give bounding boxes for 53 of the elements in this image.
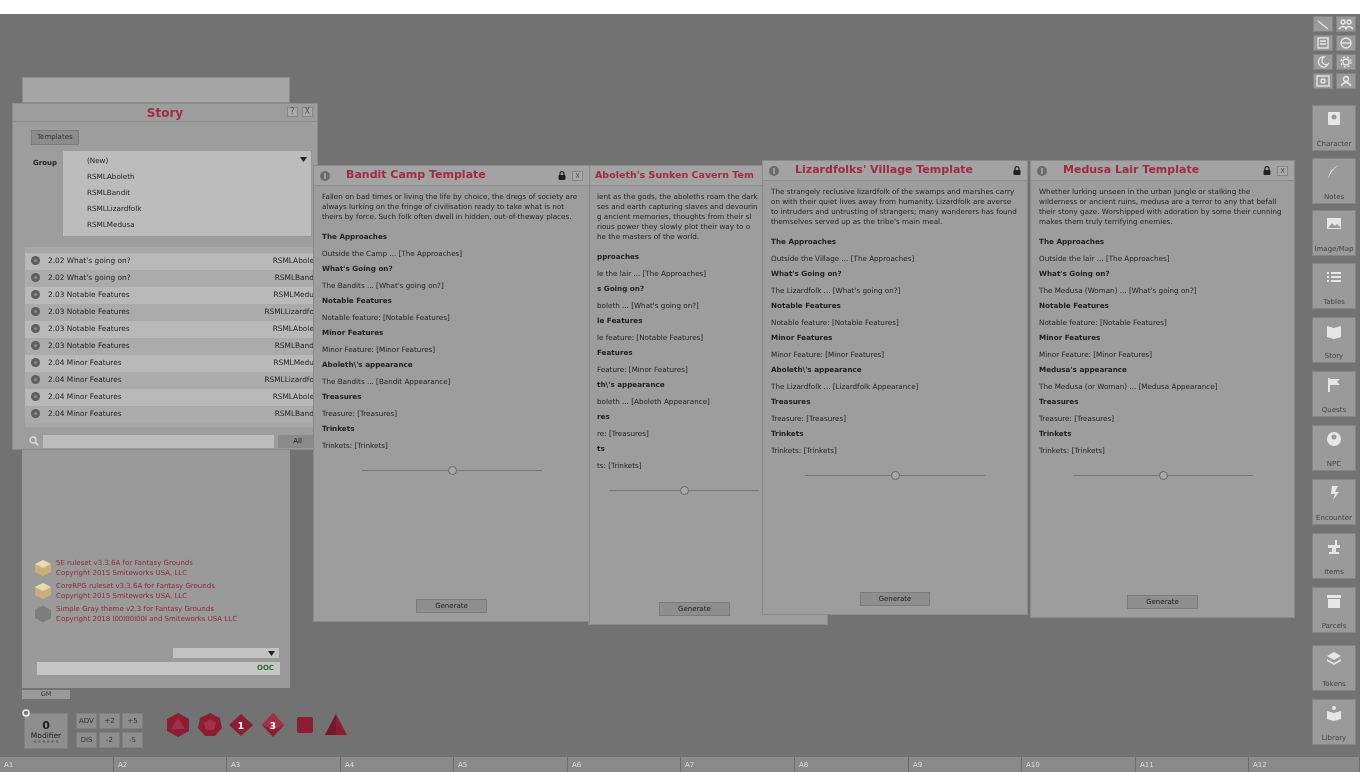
search-icon bbox=[29, 436, 39, 446]
pencil-button[interactable] bbox=[1313, 16, 1333, 32]
dropdown-caret-icon[interactable] bbox=[268, 651, 275, 656]
list-icon bbox=[1315, 37, 1331, 49]
portrait-icon bbox=[1326, 111, 1342, 127]
slider-thumb[interactable] bbox=[891, 471, 900, 480]
close-button[interactable]: X bbox=[301, 107, 313, 117]
book-icon bbox=[1326, 323, 1342, 339]
slider-thumb[interactable] bbox=[680, 486, 689, 495]
theme-badge-icon bbox=[34, 605, 52, 623]
lock-icon[interactable] bbox=[1013, 166, 1021, 175]
pencil-icon bbox=[1315, 18, 1331, 30]
chest-icon bbox=[1326, 593, 1342, 609]
window-title: Bandit Camp Template bbox=[345, 167, 486, 184]
people-icon bbox=[1338, 18, 1354, 30]
globe-button[interactable] bbox=[1336, 35, 1356, 51]
d20-die-icon[interactable] bbox=[165, 712, 191, 738]
d4-die-icon[interactable] bbox=[323, 712, 349, 738]
close-button[interactable]: x bbox=[572, 170, 583, 181]
lock-icon[interactable] bbox=[558, 171, 567, 180]
slider-thumb[interactable] bbox=[447, 466, 457, 475]
people-button[interactable] bbox=[1336, 16, 1356, 32]
slider-thumb[interactable] bbox=[1158, 471, 1168, 480]
close-button[interactable]: x bbox=[1277, 165, 1288, 176]
ruleset-box-icon bbox=[34, 582, 52, 600]
info-icon[interactable] bbox=[1037, 165, 1047, 176]
moon-icon bbox=[1315, 56, 1331, 68]
search-field[interactable] bbox=[43, 434, 275, 448]
window-title: Aboleth's Sunken Cavern Tem bbox=[595, 168, 754, 183]
modifier-value: 0 bbox=[42, 720, 50, 731]
dropdown-caret-icon[interactable] bbox=[300, 157, 307, 162]
list-icon bbox=[1326, 269, 1342, 285]
layers-icon bbox=[1326, 651, 1342, 667]
list-button[interactable] bbox=[1313, 35, 1333, 51]
dots-drawing bbox=[33, 740, 59, 743]
moon-button[interactable] bbox=[1313, 54, 1333, 70]
window-title: Lizardfolks' Village Template bbox=[794, 162, 974, 179]
flag-icon bbox=[1326, 377, 1342, 393]
d8-die-icon[interactable]: 3 bbox=[260, 712, 286, 738]
window-title: Story bbox=[146, 104, 184, 122]
target-button[interactable] bbox=[1313, 73, 1333, 89]
help-button[interactable]: ? bbox=[287, 107, 298, 117]
globe-icon bbox=[1338, 37, 1354, 49]
target-icon bbox=[1315, 75, 1331, 87]
d10-die-icon[interactable]: 1 bbox=[228, 712, 254, 738]
lock-icon[interactable] bbox=[1263, 166, 1272, 175]
info-icon[interactable] bbox=[769, 165, 779, 176]
info-icon[interactable] bbox=[320, 170, 330, 181]
d12-die-icon[interactable] bbox=[197, 712, 223, 738]
book-icon bbox=[1326, 705, 1342, 721]
window-title: Medusa Lair Template bbox=[1062, 162, 1200, 179]
ruleset-box-icon bbox=[34, 559, 52, 577]
image-icon bbox=[1326, 216, 1342, 232]
